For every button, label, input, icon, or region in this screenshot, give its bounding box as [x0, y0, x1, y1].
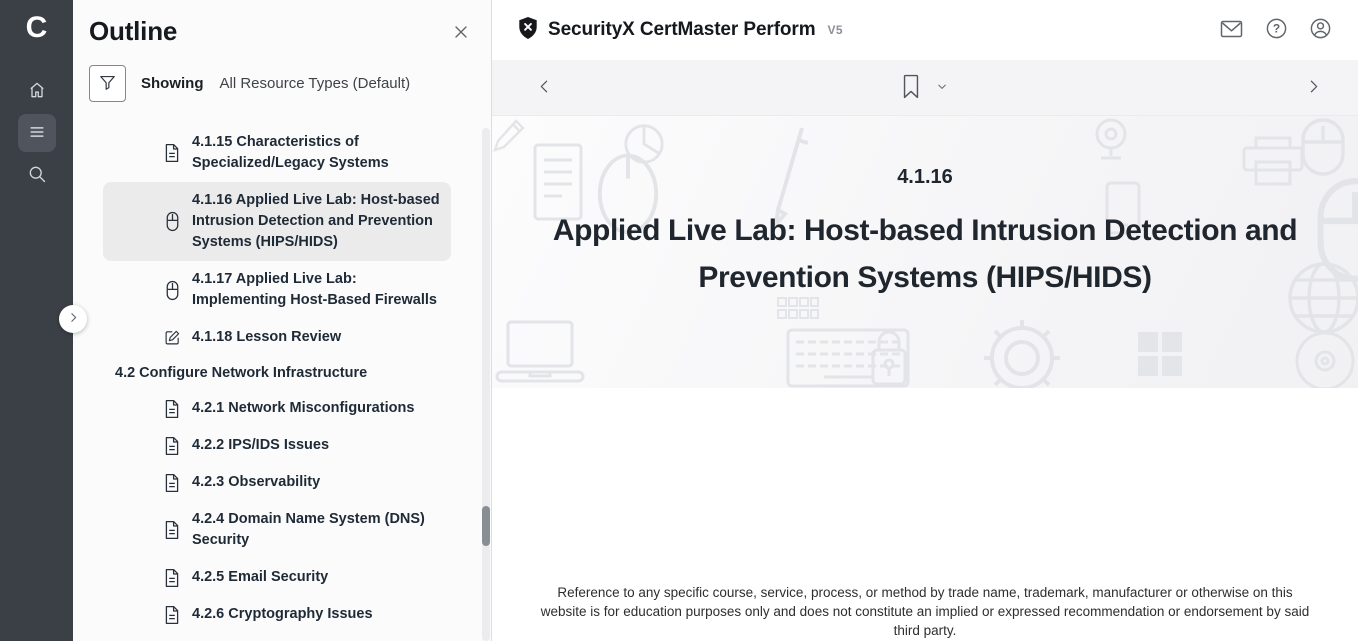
- home-icon: [27, 80, 47, 103]
- caret-down-icon: [936, 80, 949, 96]
- outline-item-label: 4.2.6 Cryptography Issues: [192, 604, 373, 625]
- outline-item-label: 4.2.4 Domain Name System (DNS) Security: [192, 509, 441, 551]
- outline-item-label: 4.2.2 IPS/IDS Issues: [192, 435, 329, 456]
- bookmark-button[interactable]: [902, 74, 921, 102]
- filter-button[interactable]: [89, 65, 126, 102]
- header-actions: ?: [1219, 17, 1332, 43]
- panel-expand-button[interactable]: [59, 305, 87, 333]
- lesson-nav-strip: [492, 60, 1358, 116]
- outline-item[interactable]: 4.1.16 Applied Live Lab: Host-based Intr…: [103, 182, 451, 261]
- document-icon: [163, 436, 181, 456]
- gear-icon: [980, 318, 1064, 388]
- outline-item-label: 4.1.18 Lesson Review: [192, 327, 341, 348]
- outline-scrollbar-track[interactable]: [482, 128, 490, 641]
- outline-item-label: 4.1.16 Applied Live Lab: Host-based Intr…: [192, 190, 441, 253]
- brand: SecurityX CertMaster Perform V5: [517, 16, 843, 45]
- outline-item[interactable]: 4.2.2 IPS/IDS Issues: [103, 427, 451, 464]
- filter-label: Showing: [141, 75, 204, 92]
- messages-button[interactable]: [1219, 18, 1244, 43]
- outline-item-label: 4.2.5 Email Security: [192, 567, 328, 588]
- search-icon: [27, 164, 47, 187]
- chevron-left-icon: [536, 78, 553, 98]
- rail-nav: [18, 72, 56, 194]
- outline-item-label: 4.2.1 Network Misconfigurations: [192, 398, 414, 419]
- outline-item[interactable]: 4.2.5 Email Security: [103, 559, 451, 596]
- shield-x-logo: [517, 16, 539, 45]
- account-button[interactable]: [1309, 17, 1332, 43]
- document-icon: [163, 143, 181, 163]
- filter-value: All Resource Types (Default): [220, 75, 411, 92]
- lesson-banner: 4.1.16 Applied Live Lab: Host-based Intr…: [492, 116, 1358, 388]
- outline-item[interactable]: 4.2.3 Observability: [103, 464, 451, 501]
- main-content: SecurityX CertMaster Perform V5 ?: [491, 0, 1358, 641]
- home-button[interactable]: [18, 72, 56, 110]
- search-button[interactable]: [18, 156, 56, 194]
- help-button[interactable]: ?: [1265, 17, 1288, 43]
- close-icon: [451, 30, 471, 45]
- edit-icon: [163, 329, 181, 346]
- outline-item-label: 4.1.17 Applied Live Lab: Implementing Ho…: [192, 269, 441, 311]
- app-title: SecurityX CertMaster Perform: [548, 19, 816, 41]
- outline-item[interactable]: 4.2.6 Cryptography Issues: [103, 596, 451, 633]
- windows-logo-icon: [1136, 330, 1184, 378]
- outline-panel-title: Outline: [89, 16, 177, 47]
- disc-icon: [1292, 328, 1358, 388]
- outline-item[interactable]: 4.2.4 Domain Name System (DNS) Security: [103, 501, 451, 559]
- laptop-icon: [494, 318, 586, 386]
- lesson-title: Applied Live Lab: Host-based Intrusion D…: [492, 207, 1358, 302]
- outline-list-icon: [27, 122, 47, 145]
- outline-item-label: 4.2.3 Observability: [192, 472, 320, 493]
- outline-list: 4.1.15 Characteristics of Specialized/Le…: [73, 124, 491, 633]
- comptia-logo: C: [26, 11, 48, 45]
- account-icon: [1309, 17, 1332, 43]
- app-header: SecurityX CertMaster Perform V5 ?: [492, 0, 1358, 60]
- outline-item[interactable]: 4.1.15 Characteristics of Specialized/Le…: [103, 124, 451, 182]
- document-icon: [163, 605, 181, 625]
- outline-item-label: 4.1.15 Characteristics of Specialized/Le…: [192, 132, 441, 174]
- webcam-icon: [1089, 116, 1133, 162]
- outline-item[interactable]: 4.2.1 Network Misconfigurations: [103, 390, 451, 427]
- computer-mouse-icon: [1298, 116, 1348, 178]
- app-window: C Outline: [0, 0, 1358, 641]
- close-outline-button[interactable]: [451, 22, 471, 45]
- chevron-right-icon: [1305, 78, 1322, 98]
- outline-scrollbar-thumb[interactable]: [482, 506, 490, 546]
- filter-row: Showing All Resource Types (Default): [89, 65, 491, 102]
- bookmark-menu-button[interactable]: [936, 80, 949, 96]
- outline-button[interactable]: [18, 114, 56, 152]
- mail-icon: [1219, 18, 1244, 43]
- document-icon: [163, 473, 181, 493]
- document-icon: [163, 520, 181, 540]
- chevron-right-icon: [67, 311, 80, 327]
- lab-mouse-icon: [163, 211, 181, 232]
- outline-item[interactable]: 4.1.18 Lesson Review: [103, 319, 451, 356]
- lesson-body: Reference to any specific course, servic…: [492, 388, 1358, 641]
- padlock-icon: [868, 324, 910, 388]
- bookmark-group: [902, 74, 949, 102]
- document-icon: [163, 568, 181, 588]
- next-lesson-button[interactable]: [1305, 78, 1322, 98]
- outline-panel: Outline Showing All Resource Types (Defa…: [73, 0, 491, 641]
- help-icon: ?: [1265, 17, 1288, 43]
- lab-mouse-icon: [163, 280, 181, 301]
- outline-section-label: 4.2 Configure Network Infrastructure: [103, 356, 451, 390]
- printer-icon: [1240, 134, 1306, 188]
- document-icon: [163, 399, 181, 419]
- lesson-number: 4.1.16: [897, 166, 953, 189]
- disclaimer-text: Reference to any specific course, servic…: [492, 388, 1358, 641]
- bookmark-icon: [902, 74, 921, 102]
- app-version: V5: [828, 23, 843, 37]
- svg-text:?: ?: [1273, 22, 1280, 36]
- outline-item[interactable]: 4.1.17 Applied Live Lab: Implementing Ho…: [103, 261, 451, 319]
- previous-lesson-button[interactable]: [536, 78, 553, 98]
- funnel-icon: [98, 73, 117, 95]
- pencil-icon: [492, 118, 526, 160]
